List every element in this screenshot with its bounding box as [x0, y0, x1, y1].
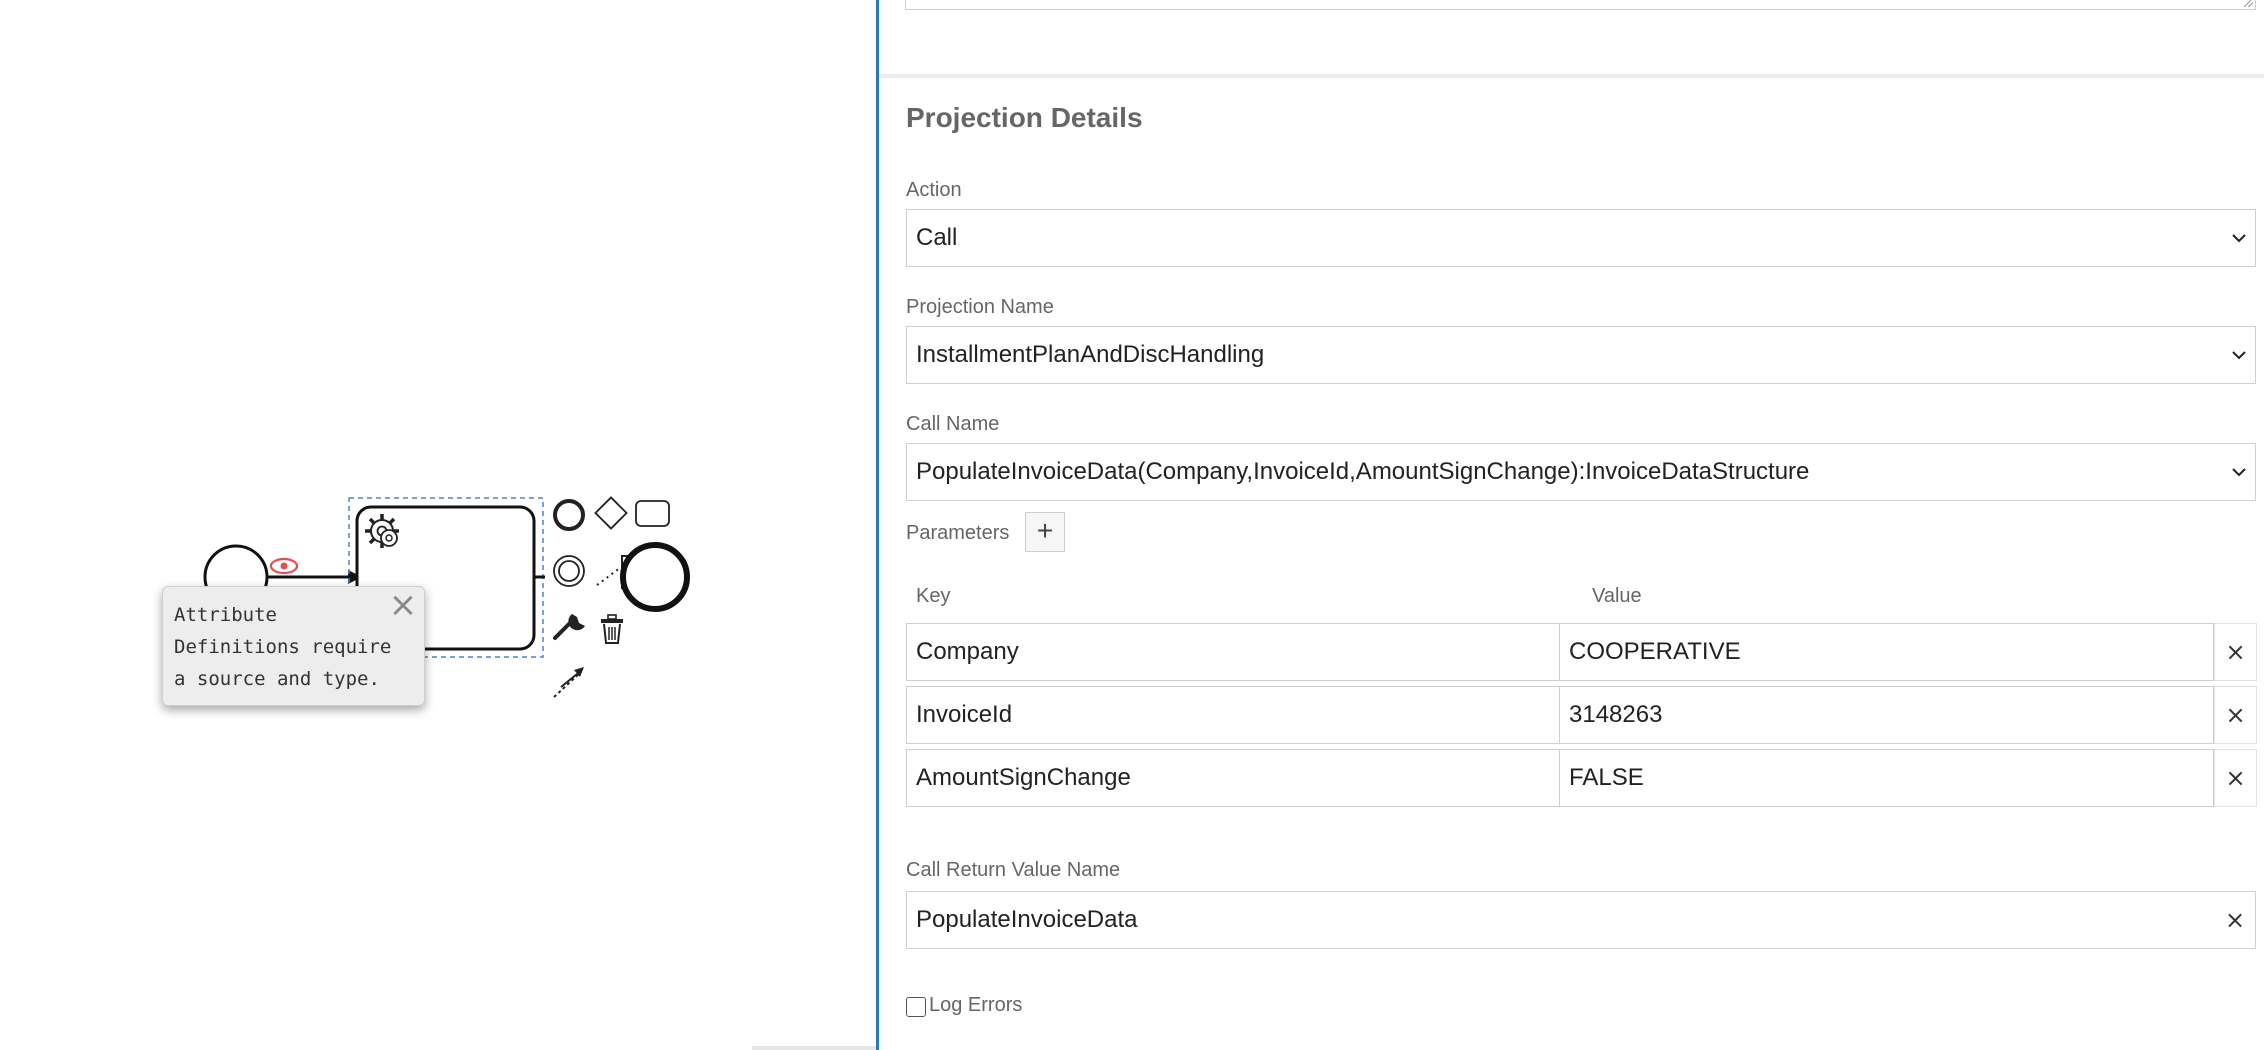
bpmn-diagram[interactable] — [0, 0, 876, 1050]
chevron-down-icon — [2232, 468, 2246, 477]
parameter-key-input[interactable]: Company — [906, 623, 1560, 681]
call-name-label: Call Name — [906, 413, 1000, 435]
wrench-icon[interactable] — [553, 614, 585, 640]
trash-icon[interactable] — [601, 614, 623, 644]
diagram-canvas[interactable]: Attribute Definitions require a source a… — [0, 0, 876, 1050]
parameter-value-input[interactable]: FALSE — [1559, 749, 2214, 807]
projection-name-select[interactable]: InstallmentPlanAndDiscHandling — [906, 326, 2256, 384]
add-parameter-button[interactable]: + — [1025, 512, 1065, 552]
append-intermediate-event-icon[interactable] — [553, 555, 585, 587]
projection-name-label: Projection Name — [906, 296, 1054, 318]
parameter-row: Company COOPERATIVE × — [906, 623, 2261, 681]
return-value-input[interactable]: PopulateInvoiceData × — [906, 891, 2256, 949]
eye-icon[interactable] — [269, 557, 299, 575]
append-task-icon[interactable] — [635, 500, 670, 527]
action-label: Action — [906, 179, 962, 201]
parameters-label: Parameters — [906, 522, 1010, 544]
chevron-down-icon — [2232, 234, 2246, 243]
properties-panel: Projection Details Action Call Projectio… — [879, 0, 2264, 1050]
end-event[interactable] — [620, 542, 690, 612]
resize-grip-icon[interactable] — [2244, 0, 2253, 7]
association-line — [596, 567, 621, 586]
return-value-label: Call Return Value Name — [906, 859, 1121, 881]
projection-name-value: InstallmentPlanAndDiscHandling — [916, 341, 1265, 368]
canvas-scrollbar[interactable] — [752, 1046, 876, 1050]
action-value: Call — [916, 224, 958, 251]
return-value-text: PopulateInvoiceData — [916, 906, 1138, 933]
section-separator — [879, 74, 2264, 78]
action-select[interactable]: Call — [906, 209, 2256, 267]
clear-return-value-button[interactable]: × — [2221, 892, 2249, 948]
tooltip-close-icon[interactable]: × — [388, 588, 418, 622]
call-name-value: PopulateInvoiceData(Company,InvoiceId,Am… — [916, 458, 1810, 485]
validation-tooltip: Attribute Definitions require a source a… — [162, 586, 425, 706]
connect-icon[interactable] — [553, 667, 584, 698]
value-column-header: Value — [1592, 585, 1642, 607]
tooltip-message: Attribute Definitions require a source a… — [174, 604, 392, 690]
parameter-row: InvoiceId 3148263 × — [906, 686, 2261, 744]
remove-parameter-button[interactable]: × — [2214, 623, 2257, 681]
remove-parameter-button[interactable]: × — [2214, 686, 2257, 744]
previous-textarea[interactable] — [905, 0, 2256, 10]
parameter-key-input[interactable]: AmountSignChange — [906, 749, 1560, 807]
append-end-event-icon[interactable] — [553, 499, 585, 531]
log-errors-checkbox[interactable] — [906, 997, 926, 1017]
chevron-down-icon — [2232, 351, 2246, 360]
remove-parameter-button[interactable]: × — [2214, 749, 2257, 807]
parameter-value-input[interactable]: 3148263 — [1559, 686, 2214, 744]
parameter-key-input[interactable]: InvoiceId — [906, 686, 1560, 744]
append-gateway-icon[interactable] — [594, 496, 628, 530]
parameter-row: AmountSignChange FALSE × — [906, 749, 2261, 807]
parameter-value-input[interactable]: COOPERATIVE — [1559, 623, 2214, 681]
key-column-header: Key — [916, 585, 951, 607]
log-errors-label[interactable]: Log Errors — [929, 994, 1022, 1017]
call-name-select[interactable]: PopulateInvoiceData(Company,InvoiceId,Am… — [906, 443, 2256, 501]
section-title: Projection Details — [906, 102, 1143, 133]
